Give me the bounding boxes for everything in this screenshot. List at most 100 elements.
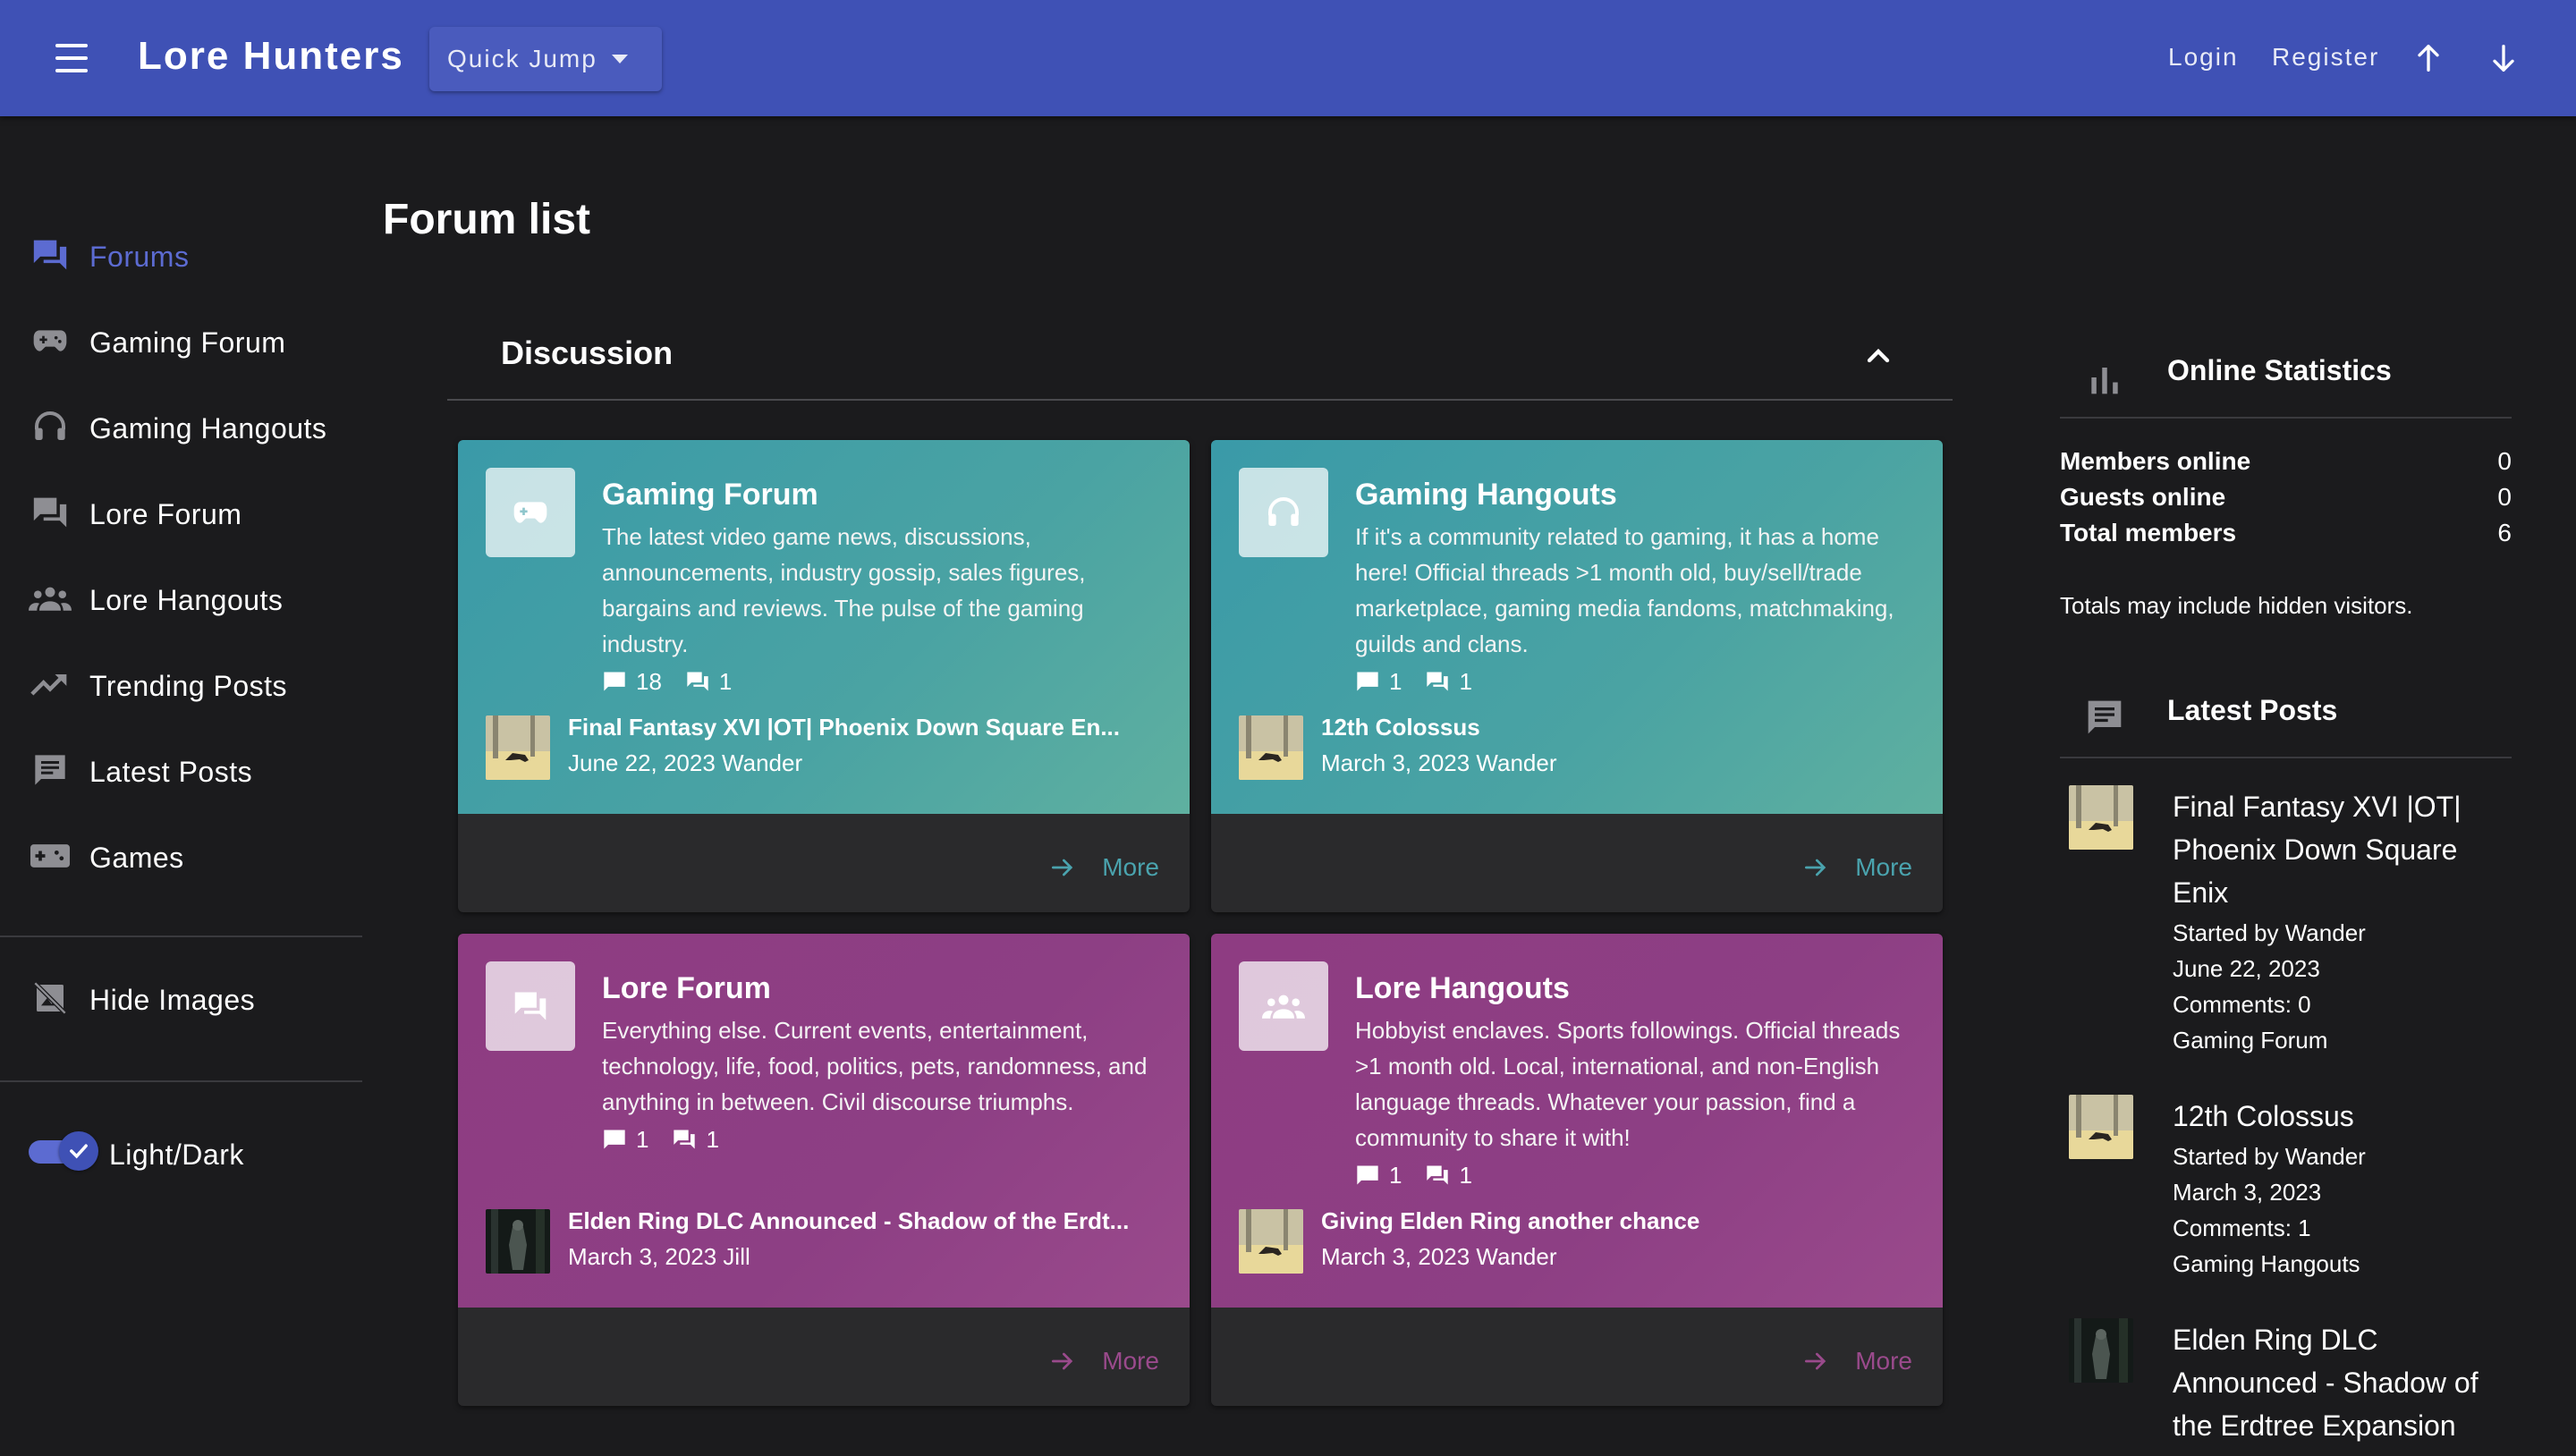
more-label: More	[1855, 853, 1912, 881]
sidebar-item-trending-posts[interactable]: Trending Posts	[0, 648, 362, 720]
hide-images-button[interactable]: Hide Images	[0, 962, 362, 1034]
latest-posts-header: Latest Posts	[2060, 669, 2512, 758]
latest-post-date: March 3, 2023	[2173, 1179, 2322, 1206]
scroll-top-icon[interactable]	[2411, 40, 2446, 76]
section-header: Discussion	[447, 313, 1953, 401]
login-link[interactable]: Login	[2168, 43, 2239, 72]
card-description: Everything else. Current events, enterta…	[602, 1017, 1148, 1115]
chat-icon	[2088, 700, 2122, 734]
top-app-bar: Lore Hunters Quick Jump Login Register	[0, 0, 2576, 116]
stat-label: Total members	[2060, 519, 2237, 546]
latest-post-author: Started by Wander	[2173, 1143, 2366, 1170]
group-icon[interactable]	[1239, 961, 1328, 1051]
thread-icon	[1427, 1165, 1449, 1185]
latest-post-author: Started by Wander	[2173, 919, 2366, 946]
more-button[interactable]: More	[1801, 850, 1912, 885]
chat-icon	[29, 752, 72, 788]
sidebar-item-label: Games	[89, 842, 184, 874]
last-post-title[interactable]: Final Fantasy XVI |OT| Phoenix Down Squa…	[568, 714, 1120, 741]
forum-icon	[29, 495, 72, 530]
menu-icon[interactable]	[52, 40, 91, 76]
last-post-title[interactable]: Elden Ring DLC Announced - Shadow of the…	[568, 1207, 1129, 1235]
more-button[interactable]: More	[1048, 850, 1159, 885]
thread-icon	[687, 672, 708, 691]
forum-icon[interactable]	[486, 961, 575, 1051]
widget-title: Online Statistics	[2167, 354, 2392, 386]
forum-card-lore-hangouts: Lore Hangouts Hobbyist enclaves. Sports …	[1211, 934, 1943, 1406]
thread-count: 1	[1459, 667, 1472, 695]
sidebar-item-gaming-hangouts[interactable]: Gaming Hangouts	[0, 391, 362, 462]
more-label: More	[1855, 1347, 1912, 1375]
comment-count: 1	[1389, 667, 1402, 695]
comment-count: 18	[636, 667, 662, 695]
site-title[interactable]: Lore Hunters	[138, 34, 404, 79]
last-post-title[interactable]: 12th Colossus	[1321, 714, 1480, 741]
sidebar-divider	[0, 935, 362, 937]
latest-post-comments: Comments: 1	[2173, 1215, 2311, 1241]
gamepad-icon[interactable]	[486, 468, 575, 557]
card-description: If it's a community related to gaming, i…	[1355, 523, 1894, 657]
thread-icon	[1427, 672, 1449, 691]
latest-post-thumbnail[interactable]	[2069, 1318, 2133, 1383]
latest-post-comments: Comments: 0	[2173, 991, 2311, 1018]
page-title: Forum list	[383, 196, 591, 243]
sidebar-item-forums[interactable]: Forums	[0, 219, 362, 291]
stat-value: 0	[2497, 483, 2512, 511]
theme-toggle[interactable]	[27, 1131, 98, 1171]
last-post-thumbnail[interactable]	[486, 715, 550, 780]
total-members-row: Total members 6	[2060, 519, 2512, 554]
comment-count: 1	[1389, 1161, 1402, 1189]
last-post-meta: March 3, 2023 Wander	[1321, 1243, 1557, 1270]
quick-jump-button[interactable]: Quick Jump	[429, 27, 662, 91]
stat-label: Guests online	[2060, 483, 2226, 511]
sidebar-item-games[interactable]: Games	[0, 820, 362, 892]
latest-post-title[interactable]: Elden Ring DLC Announced - Shadow of the…	[2173, 1318, 2512, 1447]
sidebar-item-lore-forum[interactable]: Lore Forum	[0, 477, 362, 548]
last-post-title[interactable]: Giving Elden Ring another chance	[1321, 1207, 1699, 1235]
card-description: Hobbyist enclaves. Sports followings. Of…	[1355, 1017, 1901, 1151]
card-title[interactable]: Lore Hangouts	[1355, 971, 1570, 1006]
trending-up-icon	[29, 666, 72, 702]
card-title[interactable]: Lore Forum	[602, 971, 771, 1006]
hide-images-label: Hide Images	[89, 984, 256, 1016]
latest-post-forum[interactable]: Gaming Forum	[2173, 1027, 2327, 1054]
gamepad-icon	[29, 323, 72, 359]
card-header: Lore Forum Everything else. Current even…	[458, 934, 1190, 1308]
scroll-bottom-icon[interactable]	[2486, 40, 2521, 76]
last-post-thumbnail[interactable]	[1239, 715, 1303, 780]
card-title[interactable]: Gaming Forum	[602, 478, 818, 512]
latest-post-title[interactable]: 12th Colossus	[2173, 1095, 2512, 1138]
latest-post-thumbnail[interactable]	[2069, 785, 2133, 850]
guests-online-row: Guests online 0	[2060, 483, 2512, 519]
quick-jump-label: Quick Jump	[447, 45, 597, 72]
sidebar-item-lore-hangouts[interactable]: Lore Hangouts	[0, 563, 362, 634]
sidebar-item-latest-posts[interactable]: Latest Posts	[0, 734, 362, 806]
hidden-visitors-note: Totals may include hidden visitors.	[2060, 592, 2413, 619]
latest-post-forum[interactable]: Gaming Hangouts	[2173, 1250, 2360, 1278]
last-post-thumbnail[interactable]	[1239, 1209, 1303, 1274]
headset-icon[interactable]	[1239, 468, 1328, 557]
sidebar-item-gaming-forum[interactable]: Gaming Forum	[0, 305, 362, 377]
card-header: Lore Hangouts Hobbyist enclaves. Sports …	[1211, 934, 1943, 1308]
register-link[interactable]: Register	[2272, 43, 2379, 72]
last-post-meta: March 3, 2023 Wander	[1321, 749, 1557, 776]
hide-image-icon	[29, 980, 72, 1016]
latest-post-title[interactable]: Final Fantasy XVI |OT| Phoenix Down Squa…	[2173, 785, 2512, 914]
games-icon	[29, 838, 72, 874]
last-post-thumbnail[interactable]	[486, 1209, 550, 1274]
forum-icon	[29, 237, 72, 273]
sidebar-item-label: Lore Hangouts	[89, 584, 284, 616]
more-button[interactable]: More	[1048, 1343, 1159, 1379]
forum-card-gaming-forum: Gaming Forum The latest video game news,…	[458, 440, 1190, 912]
theme-toggle-label: Light/Dark	[109, 1139, 244, 1171]
check-icon	[59, 1131, 98, 1171]
latest-post-thumbnail[interactable]	[2069, 1095, 2133, 1159]
card-title[interactable]: Gaming Hangouts	[1355, 478, 1617, 512]
card-stats: 1 1	[1355, 1159, 1496, 1191]
caret-down-icon	[611, 55, 628, 63]
thread-icon	[674, 1130, 696, 1149]
online-statistics-header: Online Statistics	[2060, 329, 2512, 419]
more-button[interactable]: More	[1801, 1343, 1912, 1379]
comment-icon	[604, 1130, 625, 1149]
chevron-up-icon[interactable]	[1860, 338, 1896, 374]
